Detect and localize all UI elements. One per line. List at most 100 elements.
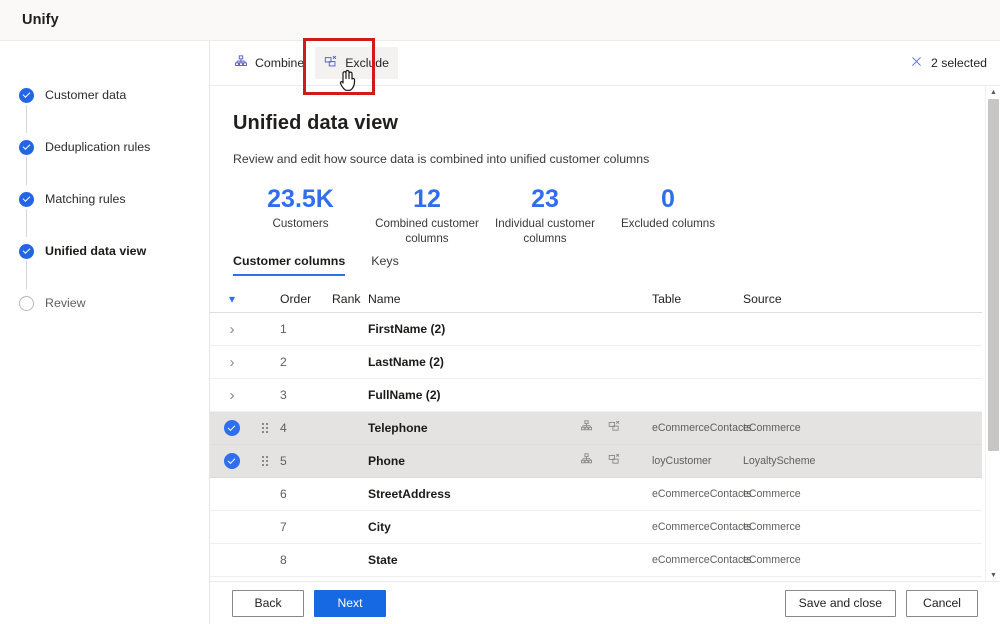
row-table: eCommerceContacts bbox=[652, 554, 752, 566]
content-scroll-area: Unified data view Review and edit how so… bbox=[210, 86, 1000, 581]
step-connector bbox=[26, 261, 27, 289]
sidebar-item-review[interactable]: Review bbox=[0, 291, 209, 315]
stats-summary: 23.5K Customers 12 Combined customer column… bbox=[233, 184, 923, 246]
scrollbar-thumb[interactable] bbox=[988, 99, 999, 451]
row-source: eCommerce bbox=[743, 554, 801, 566]
back-button[interactable]: Back bbox=[232, 589, 304, 617]
row-expand-cell[interactable]: › bbox=[210, 321, 254, 338]
drag-handle-icon[interactable] bbox=[262, 456, 268, 466]
exclude-icon bbox=[324, 55, 338, 72]
table-row[interactable]: › 1 FirstName (2) bbox=[210, 313, 982, 346]
combine-button[interactable]: Combine bbox=[225, 47, 313, 79]
exclude-button-label: Exclude bbox=[345, 56, 389, 70]
row-table: eCommerceContacts bbox=[652, 521, 752, 533]
save-and-close-button[interactable]: Save and close bbox=[784, 589, 896, 617]
exclude-button[interactable]: Exclude bbox=[315, 47, 398, 79]
table-header-row: ▾ Order Rank Name Table Source bbox=[210, 285, 982, 313]
page-subtitle: Review and edit how source data is combi… bbox=[233, 152, 650, 166]
table-body: › 1 FirstName (2) › 2 LastName (2) › 3 FullName … bbox=[210, 313, 982, 577]
sidebar-item-customer-data[interactable]: Customer data bbox=[0, 83, 209, 107]
row-exclude-icon[interactable] bbox=[608, 420, 621, 436]
main-content: Combine Exclude 2 selected Unified data … bbox=[210, 38, 1000, 624]
chevron-right-icon[interactable]: › bbox=[221, 387, 243, 404]
row-order: 1 bbox=[280, 322, 287, 336]
row-name: StreetAddress bbox=[368, 487, 451, 501]
header-name[interactable]: Name bbox=[368, 292, 580, 306]
checkbox-checked-icon[interactable] bbox=[224, 420, 240, 436]
stat-value: 12 bbox=[413, 185, 441, 213]
selection-status[interactable]: 2 selected bbox=[910, 55, 987, 71]
sidebar-item-deduplication-rules[interactable]: Deduplication rules bbox=[0, 135, 209, 159]
row-order: 2 bbox=[280, 355, 287, 369]
row-checkbox[interactable] bbox=[210, 420, 254, 436]
row-drag-handle[interactable] bbox=[254, 456, 276, 466]
row-name: FullName (2) bbox=[368, 388, 441, 402]
stat-value: 23.5K bbox=[267, 185, 334, 213]
step-complete-check-icon bbox=[19, 87, 34, 103]
row-name: State bbox=[368, 553, 398, 567]
vertical-scrollbar[interactable]: ▲ ▼ bbox=[985, 86, 1000, 581]
table-row[interactable]: 5 Phone loyCustomer LoyaltyScheme bbox=[210, 445, 982, 478]
header-source[interactable]: Source bbox=[743, 292, 853, 306]
scroll-inner: Unified data view Review and edit how so… bbox=[210, 112, 982, 577]
table-row[interactable]: 4 Telephone eCommerceContacts eCommerce bbox=[210, 412, 982, 445]
row-table: eCommerceContacts bbox=[652, 488, 752, 500]
stat-caption: Combined customer columns bbox=[375, 217, 479, 245]
row-combine-icon[interactable] bbox=[580, 420, 593, 436]
stat-card: 23.5K Customers bbox=[233, 184, 368, 246]
table-row[interactable]: 6 StreetAddress eCommerceContacts eCommerce bbox=[210, 478, 982, 511]
row-order: 5 bbox=[280, 454, 287, 468]
row-actions bbox=[580, 420, 652, 436]
footer-right-buttons: Save and close Cancel bbox=[784, 589, 978, 617]
next-button[interactable]: Next bbox=[314, 589, 386, 617]
row-checkbox[interactable] bbox=[210, 453, 254, 469]
row-expand-cell[interactable]: › bbox=[210, 354, 254, 371]
row-expand-cell[interactable]: › bbox=[210, 387, 254, 404]
table-row[interactable]: › 2 LastName (2) bbox=[210, 346, 982, 379]
header-table[interactable]: Table bbox=[652, 292, 743, 306]
header-order[interactable]: Order bbox=[276, 292, 332, 306]
step-complete-check-icon bbox=[19, 243, 34, 259]
sidebar-item-label: Deduplication rules bbox=[45, 140, 151, 154]
row-combine-icon[interactable] bbox=[580, 453, 593, 469]
step-complete-check-icon bbox=[19, 191, 34, 207]
combine-button-label: Combine bbox=[255, 56, 305, 70]
row-drag-handle[interactable] bbox=[254, 423, 276, 433]
tab-customer-columns[interactable]: Customer columns bbox=[233, 254, 346, 276]
sidebar-item-label: Customer data bbox=[45, 88, 127, 102]
drag-handle-icon[interactable] bbox=[262, 423, 268, 433]
step-complete-check-icon bbox=[19, 139, 34, 155]
table-row[interactable]: 7 City eCommerceContacts eCommerce bbox=[210, 511, 982, 544]
chevron-right-icon[interactable]: › bbox=[221, 354, 243, 371]
step-connector bbox=[26, 157, 27, 185]
chevron-right-icon[interactable]: › bbox=[221, 321, 243, 338]
table-row[interactable]: › 3 FullName (2) bbox=[210, 379, 982, 412]
table-row[interactable]: 8 State eCommerceContacts eCommerce bbox=[210, 544, 982, 577]
close-x-icon bbox=[910, 55, 923, 71]
tab-keys[interactable]: Keys bbox=[371, 254, 399, 276]
combine-icon bbox=[234, 54, 248, 72]
step-connector bbox=[26, 105, 27, 133]
checkbox-checked-icon[interactable] bbox=[224, 453, 240, 469]
sidebar-item-matching-rules[interactable]: Matching rules bbox=[0, 187, 209, 211]
row-source: eCommerce bbox=[743, 488, 801, 500]
row-exclude-icon[interactable] bbox=[608, 453, 621, 469]
scroll-up-arrow[interactable]: ▲ bbox=[986, 86, 1000, 98]
row-order: 4 bbox=[280, 421, 287, 435]
scroll-down-arrow[interactable]: ▼ bbox=[986, 569, 1000, 581]
wizard-sidebar: Customer data Deduplication rules Matching… bbox=[0, 41, 210, 624]
stat-value: 0 bbox=[661, 185, 675, 213]
row-name: Phone bbox=[368, 454, 405, 468]
stat-caption: Customers bbox=[272, 217, 329, 230]
stat-caption: Individual customer columns bbox=[495, 217, 595, 245]
row-source: LoyaltyScheme bbox=[743, 455, 816, 467]
chevron-down-icon[interactable]: ▾ bbox=[221, 292, 243, 306]
row-name: FirstName (2) bbox=[368, 322, 446, 336]
row-name: LastName (2) bbox=[368, 355, 444, 369]
row-order: 7 bbox=[280, 520, 287, 534]
step-pending-circle-icon bbox=[19, 295, 34, 311]
sidebar-item-unified-data-view[interactable]: Unified data view bbox=[0, 239, 209, 263]
cancel-button[interactable]: Cancel bbox=[906, 589, 978, 617]
header-rank[interactable]: Rank bbox=[332, 292, 368, 306]
header-expand-cell[interactable]: ▾ bbox=[210, 292, 254, 306]
